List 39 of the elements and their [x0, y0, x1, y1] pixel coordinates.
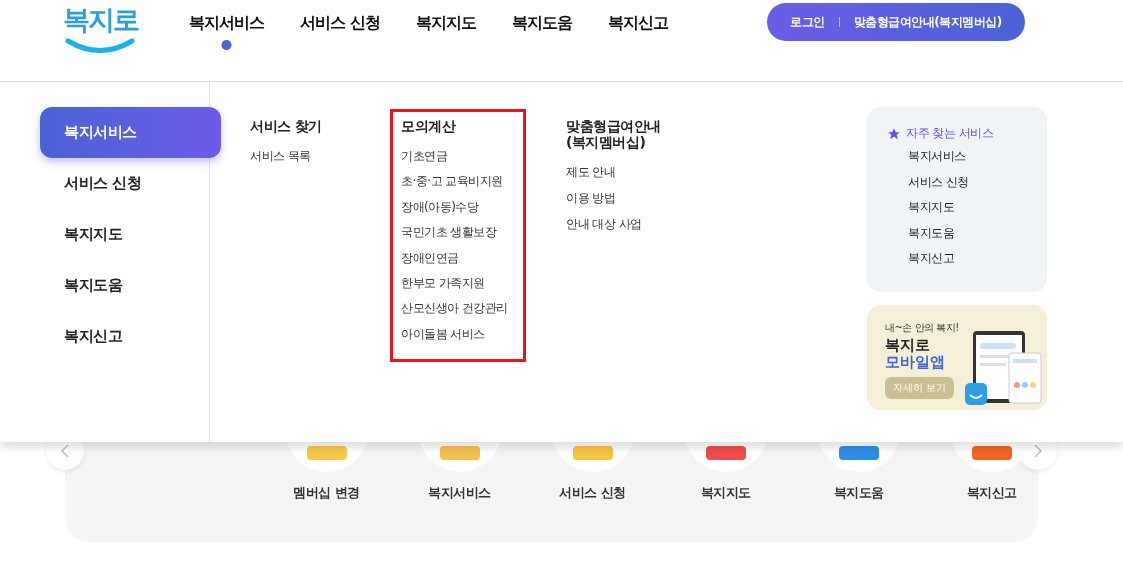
quick-link[interactable]: 복지도움 [908, 224, 1047, 250]
menu-link[interactable]: 안내 대상 사업 [566, 215, 642, 242]
login-link[interactable]: 로그인 [790, 13, 825, 31]
menu-link[interactable]: 장애인연금 [401, 249, 459, 275]
sidebar-item[interactable]: 복지지도 [40, 209, 221, 260]
quick-link[interactable]: 복지서비스 [908, 148, 1047, 174]
menu-link[interactable]: 이용 방법 [566, 190, 616, 216]
sidebar-item[interactable]: 서비스 신청 [40, 158, 221, 209]
nav-tab[interactable]: 복지신고 [589, 10, 686, 54]
banner-title: 복지로 [885, 337, 931, 354]
sidebar-item[interactable]: 복지서비스 [40, 107, 221, 158]
menu-link[interactable]: 국민기초 생활보장 [401, 224, 497, 250]
menu-link[interactable]: 제도 안내 [566, 164, 616, 190]
nav-tab[interactable]: 복지지도 [397, 10, 494, 54]
menu-link[interactable]: 기초연금 [401, 148, 447, 174]
nav-tab[interactable]: 복지도움 [493, 10, 590, 54]
sidebar-item[interactable]: 복지신고 [40, 311, 221, 362]
banner-subtitle: 모바일앱 [885, 353, 946, 370]
menu-link[interactable]: 서비스 목록 [250, 148, 311, 174]
quick-link[interactable]: 복지지도 [908, 199, 1047, 225]
column-title: 맞춤형급여안내 (복지멤버십) [566, 118, 661, 151]
quick-link[interactable]: 복지신고 [908, 250, 1047, 276]
membership-link[interactable]: 맞춤형급여안내(복지멤버십) [853, 13, 1002, 31]
column-title: 서비스 찾기 [250, 118, 322, 135]
smile-icon [65, 38, 135, 54]
menu-link[interactable]: 산모신생아 건강관리 [401, 300, 508, 326]
quick-title: 자주 찾는 서비스 [906, 125, 994, 142]
menu-link[interactable]: 아이돌봄 서비스 [401, 325, 485, 351]
banner-tagline: 내~손 안의 복지! [885, 321, 960, 335]
menu-link[interactable]: 장애(아동)수당 [401, 198, 479, 225]
chevron-right-icon [1034, 444, 1042, 458]
star-icon [887, 126, 901, 141]
sidebar-item[interactable]: 복지도움 [40, 260, 221, 311]
chevron-left-icon [61, 444, 69, 458]
menu-link[interactable]: 한부모 가족지원 [401, 274, 485, 301]
nav-tab[interactable]: 서비스 신청 [282, 10, 398, 54]
quick-link[interactable]: 서비스 신청 [908, 173, 1047, 199]
menu-link[interactable]: 초·중·고 교육비지원 [401, 173, 503, 199]
column-title: 모의계산 [401, 118, 455, 135]
